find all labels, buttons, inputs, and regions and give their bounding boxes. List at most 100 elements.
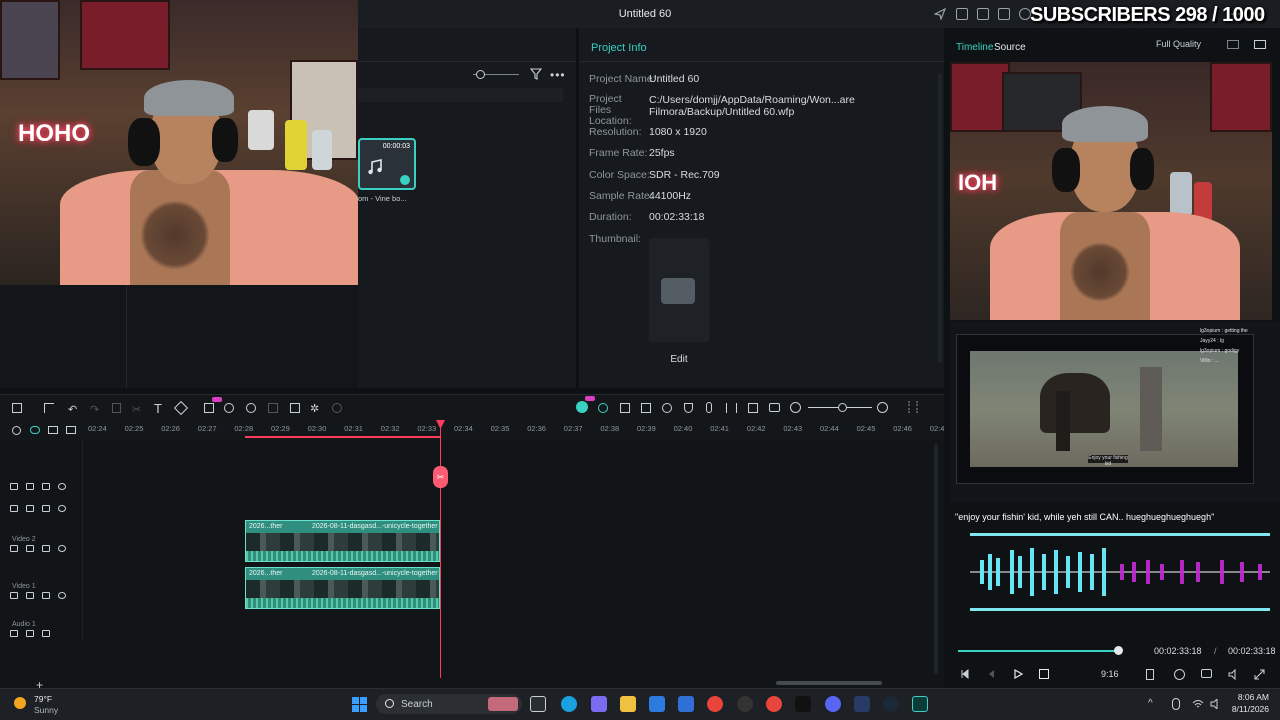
send-icon[interactable]: [933, 7, 947, 21]
discord-icon[interactable]: [825, 696, 841, 712]
aspect-ratio-select[interactable]: 9:16: [1101, 669, 1119, 679]
store-icon[interactable]: [678, 696, 694, 712]
wifi-icon[interactable]: [1192, 699, 1204, 712]
mic-tray-icon[interactable]: [1172, 698, 1180, 710]
text-tool-icon[interactable]: T: [154, 401, 162, 416]
select-tool-icon[interactable]: [44, 403, 54, 413]
mixer-icon[interactable]: [726, 403, 737, 413]
image-icon[interactable]: [641, 403, 651, 413]
app-icon[interactable]: [854, 696, 870, 712]
undo-icon[interactable]: ↶: [68, 403, 77, 416]
eye-icon[interactable]: [58, 505, 66, 512]
tab-source[interactable]: Source: [994, 42, 1026, 53]
media-clip-thumbnail[interactable]: 00:00:03: [358, 138, 416, 190]
mute-icon[interactable]: [26, 630, 34, 637]
split-icon[interactable]: ✂: [132, 403, 141, 416]
lock-icon[interactable]: [10, 545, 18, 552]
copilot-icon[interactable]: [591, 696, 607, 712]
volume-icon[interactable]: [1228, 668, 1240, 683]
timeline-vertical-scrollbar[interactable]: [934, 444, 938, 674]
redo-icon[interactable]: ↷: [90, 403, 99, 416]
snap-icon[interactable]: [598, 403, 608, 413]
speaker-icon[interactable]: [1210, 697, 1222, 712]
media-folder-row[interactable]: [358, 88, 563, 102]
snapshot-icon[interactable]: [1254, 40, 1266, 49]
link-icon[interactable]: [42, 483, 50, 490]
chrome-icon[interactable]: [707, 696, 723, 712]
filmora-icon[interactable]: [912, 696, 928, 712]
play-icon[interactable]: [1013, 668, 1024, 682]
eye-icon[interactable]: [58, 545, 66, 552]
link-icon[interactable]: [42, 592, 50, 599]
render-preview-icon[interactable]: [1146, 669, 1154, 680]
link-icon[interactable]: [42, 505, 50, 512]
eye-icon[interactable]: [58, 592, 66, 599]
marker-icon[interactable]: [48, 426, 58, 434]
timeline-clip-video-1[interactable]: 2026...ther 2026-08-11-dasgasd...-unicyc…: [245, 567, 440, 609]
stabilize-icon[interactable]: [332, 403, 342, 413]
layout-icon[interactable]: [977, 8, 989, 20]
terminal-icon[interactable]: [795, 696, 811, 712]
audio-tool-icon[interactable]: [224, 403, 234, 413]
clock-date[interactable]: 8/11/2026: [1225, 704, 1269, 714]
speed-icon[interactable]: [246, 403, 256, 413]
ai-tool-icon[interactable]: [204, 403, 214, 413]
camera-snapshot-icon[interactable]: [1201, 669, 1212, 678]
zoom-out-icon[interactable]: [790, 402, 801, 413]
lock-icon[interactable]: [10, 505, 18, 512]
edit-thumbnail-button[interactable]: Edit: [649, 354, 709, 365]
steam-icon[interactable]: [883, 696, 899, 712]
clock-time[interactable]: 8:06 AM: [1229, 692, 1269, 702]
mute-icon[interactable]: [26, 483, 34, 490]
filter-icon[interactable]: [529, 68, 543, 83]
microphone-icon[interactable]: [706, 402, 712, 413]
edge-icon[interactable]: [561, 696, 577, 712]
work-area-range[interactable]: [245, 436, 441, 438]
more-options-icon[interactable]: •••: [550, 68, 566, 82]
track-height-icon[interactable]: [908, 401, 918, 413]
obs-icon[interactable]: [737, 696, 753, 712]
shield-icon[interactable]: [684, 403, 693, 413]
link-icon[interactable]: [30, 426, 40, 434]
auto-icon[interactable]: [662, 403, 672, 413]
lock-icon[interactable]: [10, 483, 18, 490]
color-icon[interactable]: [268, 403, 278, 413]
effects-icon[interactable]: ✲: [310, 402, 319, 415]
delete-icon[interactable]: [112, 403, 121, 413]
windows-start-icon[interactable]: [352, 697, 367, 715]
playhead-line[interactable]: [440, 424, 441, 678]
fullscreen-icon[interactable]: [1254, 669, 1265, 683]
ai-smart-icon[interactable]: [576, 401, 588, 413]
feedback-icon[interactable]: [956, 8, 968, 20]
zoom-slider-handle[interactable]: [476, 70, 485, 79]
split-scissors-icon[interactable]: ✂: [433, 466, 448, 488]
taskbar-search-box[interactable]: Search: [376, 694, 522, 714]
lock-icon[interactable]: [10, 592, 18, 599]
tray-chevron-icon[interactable]: ^: [1148, 698, 1153, 709]
tab-project-info[interactable]: Project Info: [591, 42, 647, 54]
layout-grid-icon[interactable]: [12, 403, 22, 413]
crop-icon[interactable]: [173, 400, 189, 416]
quality-select[interactable]: Full Quality: [1150, 36, 1216, 52]
stop-icon[interactable]: [1039, 669, 1049, 679]
add-track-icon[interactable]: [66, 426, 76, 434]
mute-icon[interactable]: [26, 592, 34, 599]
zoom-in-icon[interactable]: [877, 402, 888, 413]
thumbnail-preview[interactable]: [649, 238, 709, 342]
previous-frame-icon[interactable]: [960, 668, 970, 682]
mute-icon[interactable]: [26, 545, 34, 552]
fit-icon[interactable]: [290, 403, 300, 413]
timeline-clip-video-2[interactable]: 2026...ther 2026-08-11-dasgasd...-unicyc…: [245, 520, 440, 562]
chrome-profile-icon[interactable]: [766, 696, 782, 712]
task-view-icon[interactable]: [530, 696, 546, 712]
subtitle-icon[interactable]: [769, 403, 780, 412]
tab-timeline[interactable]: Timeline: [956, 42, 993, 53]
playback-progress-bar[interactable]: [958, 650, 1118, 652]
settings-icon[interactable]: [1174, 669, 1185, 680]
play-reverse-icon[interactable]: [986, 669, 996, 682]
eye-icon[interactable]: [58, 483, 66, 490]
timeline-settings-icon[interactable]: [12, 426, 21, 435]
info-scrollbar[interactable]: [938, 73, 942, 363]
compare-view-icon[interactable]: [1227, 40, 1239, 49]
mute-icon[interactable]: [26, 505, 34, 512]
